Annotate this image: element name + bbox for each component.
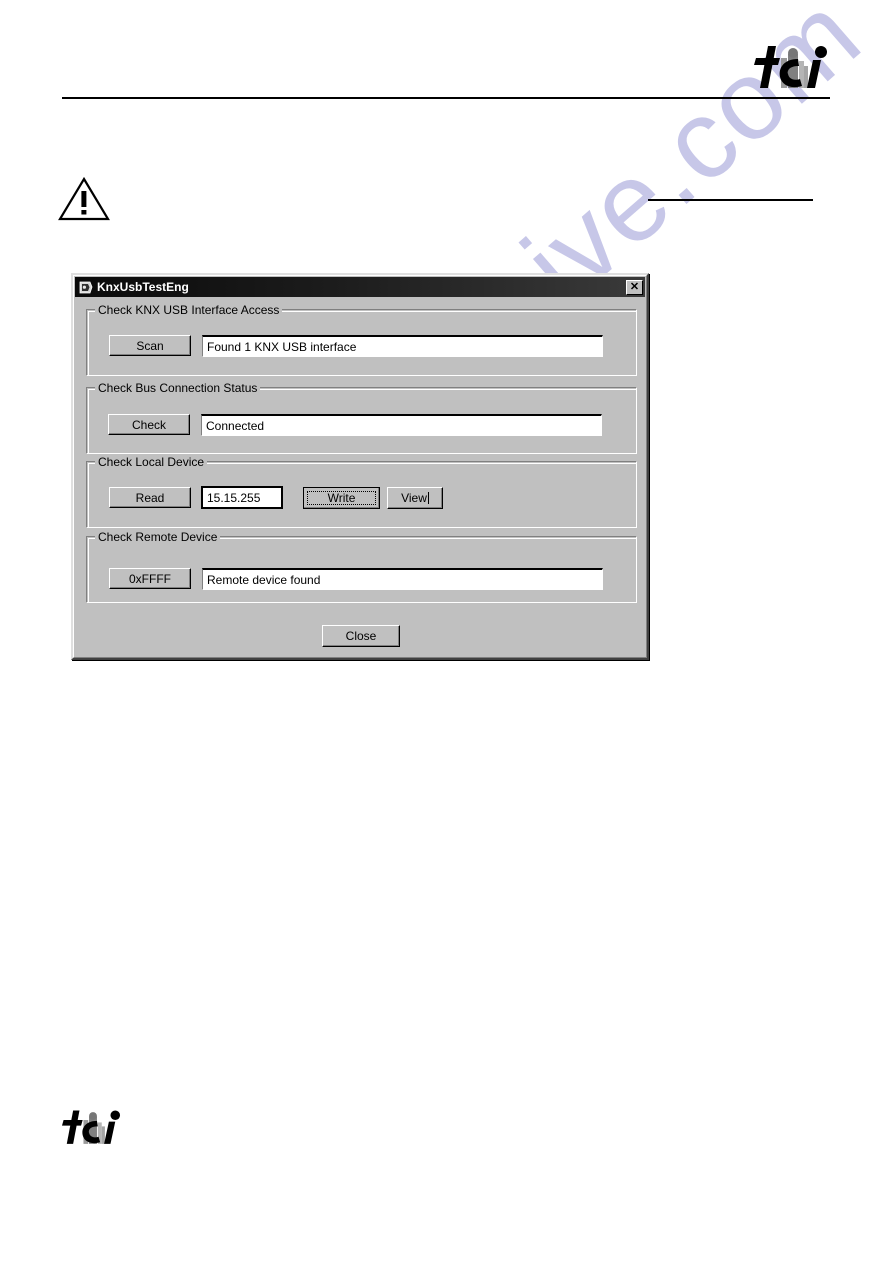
remote-address-button-label: 0xFFFF	[129, 571, 171, 586]
knx-usb-test-dialog: KnxUsbTestEng ✕ Check KNX USB Interface …	[71, 273, 649, 660]
section-divider-right	[648, 199, 813, 201]
warning-triangle-icon	[58, 176, 110, 227]
text-caret	[427, 492, 429, 504]
write-button[interactable]: Write	[303, 487, 380, 509]
check-button[interactable]: Check	[108, 414, 190, 435]
close-button[interactable]: Close	[322, 625, 400, 647]
group-label-bus-connection: Check Bus Connection Status	[95, 381, 261, 395]
view-button-label: View	[401, 491, 427, 505]
app-icon	[78, 280, 94, 295]
read-button-label: Read	[135, 490, 165, 505]
close-button-label: Close	[345, 629, 377, 643]
remote-status-field: Remote device found	[202, 568, 603, 590]
group-label-interface-access: Check KNX USB Interface Access	[95, 303, 283, 317]
tci-logo-footer	[62, 1108, 124, 1153]
dialog-titlebar[interactable]: KnxUsbTestEng ✕	[75, 277, 645, 297]
interface-status-field: Found 1 KNX USB interface	[202, 335, 603, 357]
header-divider	[62, 97, 830, 99]
close-icon[interactable]: ✕	[626, 279, 643, 295]
tci-logo-header	[754, 44, 832, 97]
write-button-label: Write	[327, 491, 356, 505]
view-button[interactable]: View	[387, 487, 443, 509]
bus-status-field: Connected	[201, 414, 602, 436]
dialog-title: KnxUsbTestEng	[97, 280, 189, 294]
group-label-local-device: Check Local Device	[95, 455, 208, 469]
group-label-remote-device: Check Remote Device	[95, 530, 221, 544]
scan-button[interactable]: Scan	[109, 335, 191, 356]
scan-button-label: Scan	[136, 338, 164, 353]
device-address-input[interactable]: 15.15.255	[201, 486, 283, 509]
check-button-label: Check	[131, 417, 166, 432]
read-button[interactable]: Read	[109, 487, 191, 508]
remote-address-button[interactable]: 0xFFFF	[109, 568, 191, 589]
